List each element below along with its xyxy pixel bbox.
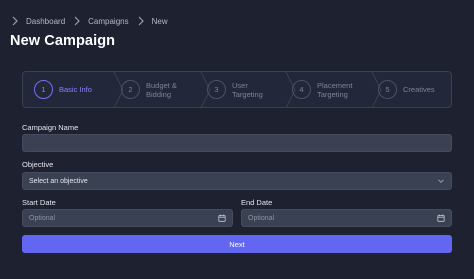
campaign-name-input[interactable] <box>22 134 452 152</box>
step-budget-bidding[interactable]: 2 Budget & Bidding <box>121 72 186 107</box>
start-date-label: Start Date <box>22 198 56 207</box>
progress-stepper: 1 Basic Info 2 Budget & Bidding 3 User T… <box>22 71 452 108</box>
start-date-input[interactable]: Optional <box>22 209 233 227</box>
breadcrumb-label: New <box>151 16 168 26</box>
step-number: 4 <box>292 80 311 99</box>
breadcrumb-item-new: New <box>138 16 177 26</box>
step-label: Budget & Bidding <box>146 80 177 99</box>
step-label: Placement Targeting <box>317 80 353 99</box>
chevron-right-icon <box>12 16 18 26</box>
end-date-placeholder: Optional <box>248 214 275 222</box>
step-label: Basic Info <box>59 85 92 94</box>
step-placement-targeting[interactable]: 4 Placement Targeting <box>292 72 361 107</box>
next-button[interactable]: Next <box>22 235 452 253</box>
step-number: 3 <box>207 80 226 99</box>
chevron-down-icon <box>438 179 444 184</box>
breadcrumb-item-dashboard[interactable]: Dashboard <box>12 16 74 26</box>
start-date-placeholder: Optional <box>29 214 56 222</box>
breadcrumb-item-campaigns[interactable]: Campaigns <box>74 16 137 26</box>
end-date-label: End Date <box>241 198 273 207</box>
step-user-targeting[interactable]: 3 User Targeting <box>207 72 272 107</box>
calendar-icon[interactable] <box>218 214 226 222</box>
chevron-right-icon <box>138 16 144 26</box>
chevron-right-icon <box>74 16 80 26</box>
step-label: Creatives <box>403 85 435 94</box>
step-creatives[interactable]: 5 Creatives <box>378 72 451 107</box>
step-number: 2 <box>121 80 140 99</box>
breadcrumb: Dashboard Campaigns New <box>12 16 177 26</box>
objective-label: Objective <box>22 160 54 169</box>
calendar-icon[interactable] <box>437 214 445 222</box>
breadcrumb-label[interactable]: Campaigns <box>88 17 128 26</box>
step-basic-info[interactable]: 1 Basic Info <box>34 72 119 107</box>
breadcrumb-label[interactable]: Dashboard <box>26 17 65 26</box>
step-label: User Targeting <box>232 80 263 99</box>
campaign-name-label: Campaign Name <box>22 123 79 132</box>
step-number: 1 <box>34 80 53 99</box>
end-date-input[interactable]: Optional <box>241 209 452 227</box>
objective-select[interactable]: Select an objective <box>22 172 452 190</box>
page-title: New Campaign <box>10 33 116 49</box>
step-number: 5 <box>378 80 397 99</box>
objective-selected-value: Select an objective <box>29 177 88 185</box>
